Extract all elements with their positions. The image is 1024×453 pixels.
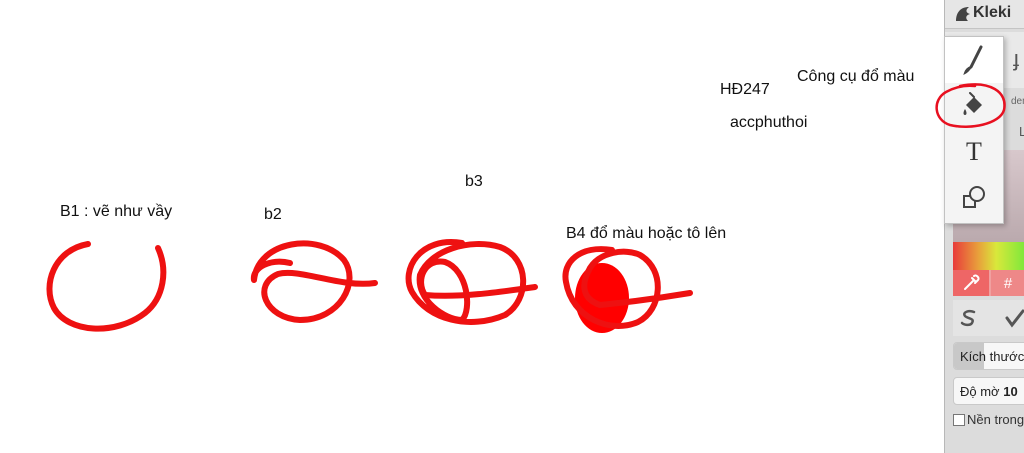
size-slider[interactable]: Kích thước: [953, 342, 1024, 370]
brush-icon: [963, 45, 983, 75]
drawing-canvas[interactable]: B1 : vẽ như vầy b2 b3 B4 đổ màu hoặc tô …: [0, 0, 944, 453]
eyedropper-icon: [964, 274, 980, 290]
stroke-b1: [46, 241, 167, 332]
fill-tool-note: Công cụ đổ màu: [797, 68, 915, 85]
hex-input-button[interactable]: #: [991, 270, 1024, 296]
app-title: Kleki: [973, 4, 1012, 21]
transparent-bg-option[interactable]: Nền trong: [953, 412, 1024, 427]
caption-b1: B1 : vẽ như vầy: [60, 203, 173, 220]
eyedropper-button[interactable]: [953, 270, 989, 296]
stroke-b3: [405, 239, 538, 325]
opacity-label: Độ mờ 10: [960, 384, 1018, 399]
brush-preset-icon[interactable]: [1005, 308, 1024, 328]
stabilizer-icon[interactable]: [959, 308, 979, 328]
kleki-logo-icon: [956, 7, 970, 21]
author-text: accphuthoi: [730, 114, 808, 131]
brush-presets-row: [953, 300, 1024, 336]
opacity-slider[interactable]: Độ mờ 10: [953, 377, 1024, 405]
partial-label: L: [1019, 124, 1024, 139]
app-header: Kleki: [945, 0, 1024, 29]
hue-slider[interactable]: [953, 242, 1024, 270]
transparent-bg-checkbox[interactable]: [953, 413, 965, 426]
tool-menu: T: [944, 36, 1004, 224]
watermark-text: HĐ247: [720, 81, 770, 98]
paint-bucket-tool-button[interactable]: [945, 83, 1003, 129]
caption-b4: B4 đổ màu hoặc tô lên: [566, 225, 727, 242]
brush-tool-button[interactable]: [945, 37, 1003, 83]
caption-b2: b2: [264, 206, 282, 223]
color-tools-row: #: [953, 270, 1024, 296]
shape-icon: [963, 186, 985, 208]
hand-tool-icon[interactable]: ɟ: [1013, 46, 1019, 72]
stroke-b2: [250, 240, 378, 323]
shape-tool-button[interactable]: [945, 175, 1003, 221]
paint-bucket-icon: [963, 92, 982, 115]
transparent-bg-label: Nền trong: [967, 412, 1024, 427]
density-label: dens: [1011, 96, 1024, 107]
size-label: Kích thước: [960, 349, 1024, 364]
text-tool-button[interactable]: T: [945, 129, 1003, 175]
caption-b3: b3: [465, 173, 483, 190]
text-icon: T: [966, 137, 982, 166]
